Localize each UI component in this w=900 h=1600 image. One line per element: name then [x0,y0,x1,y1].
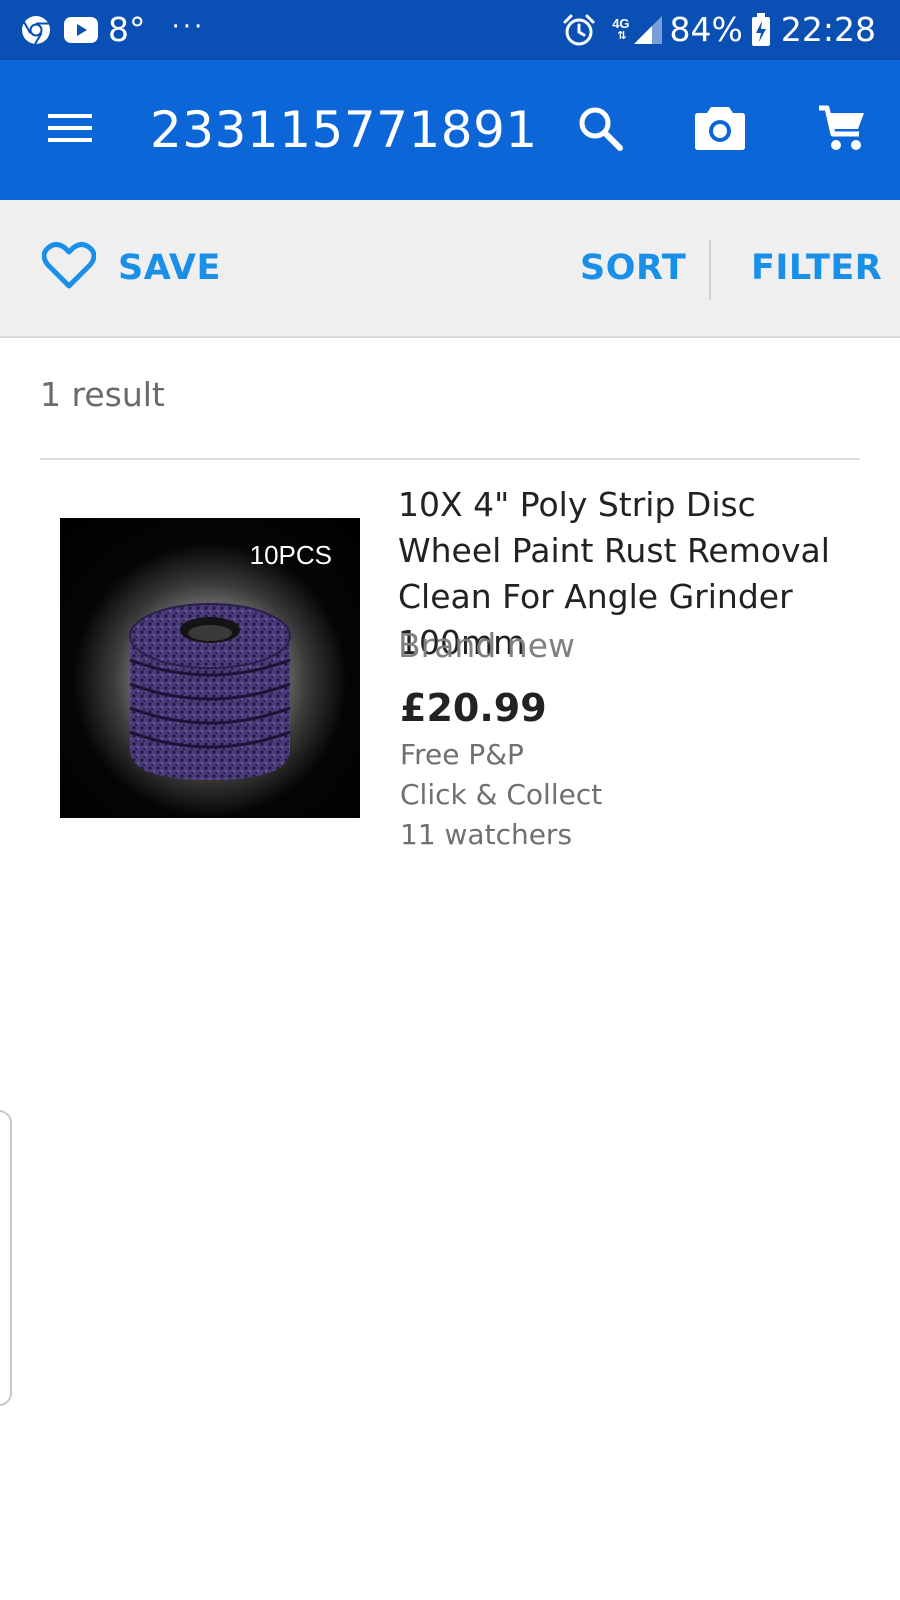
app-bar: 233115771891 [0,60,900,200]
item-watchers: 11 watchers [400,818,573,851]
item-condition: Brand new [398,626,575,665]
action-divider [709,240,711,300]
search-query-title[interactable]: 233115771891 [150,60,538,200]
item-price: £20.99 [400,686,547,730]
save-search-button[interactable]: SAVE [41,200,221,336]
signal-icon [632,14,664,46]
list-item[interactable]: 10PCS 10X 4" Poly Strip Disc Wheel Paint… [0,470,900,870]
status-bar-left: 8° ··· [20,0,205,60]
save-label: SAVE [118,248,221,288]
camera-search-button[interactable] [690,100,750,160]
battery-percent: 84% [669,10,743,49]
overflow-dots: ··· [171,12,206,42]
network-type: 4G ⇅ [612,17,629,43]
product-image[interactable]: 10PCS [60,518,360,818]
filter-button[interactable]: FILTER [751,200,882,336]
temperature-text: 8° [108,10,146,49]
alarm-icon [562,13,596,47]
youtube-icon [64,17,98,43]
chrome-icon [20,14,52,46]
status-bar-right: 4G ⇅ 84% 22:28 [562,0,876,60]
results-divider [40,458,860,460]
camera-icon [694,105,746,156]
item-shipping: Free P&P [400,738,524,771]
item-collection: Click & Collect [400,778,603,811]
image-badge: 10PCS [249,540,332,570]
filter-label: FILTER [751,248,883,288]
heart-icon [41,241,97,295]
sort-label: SORT [580,248,687,288]
status-bar: 8° ··· 4G ⇅ 84% 22:28 [0,0,900,60]
search-button[interactable] [570,100,630,160]
side-drawer-handle[interactable] [0,1110,12,1406]
search-icon [576,104,624,157]
sort-button[interactable]: SORT [580,200,686,336]
cart-icon [817,104,867,157]
action-bar: SAVE SORT FILTER [0,200,900,338]
menu-button[interactable] [40,100,100,160]
result-count: 1 result [40,375,165,414]
data-arrows-icon: ⇅ [617,30,626,42]
menu-icon [46,110,94,151]
cart-button[interactable] [812,100,872,160]
clock: 22:28 [780,10,876,49]
network-type-label: 4G [612,16,630,31]
battery-icon [751,13,771,47]
